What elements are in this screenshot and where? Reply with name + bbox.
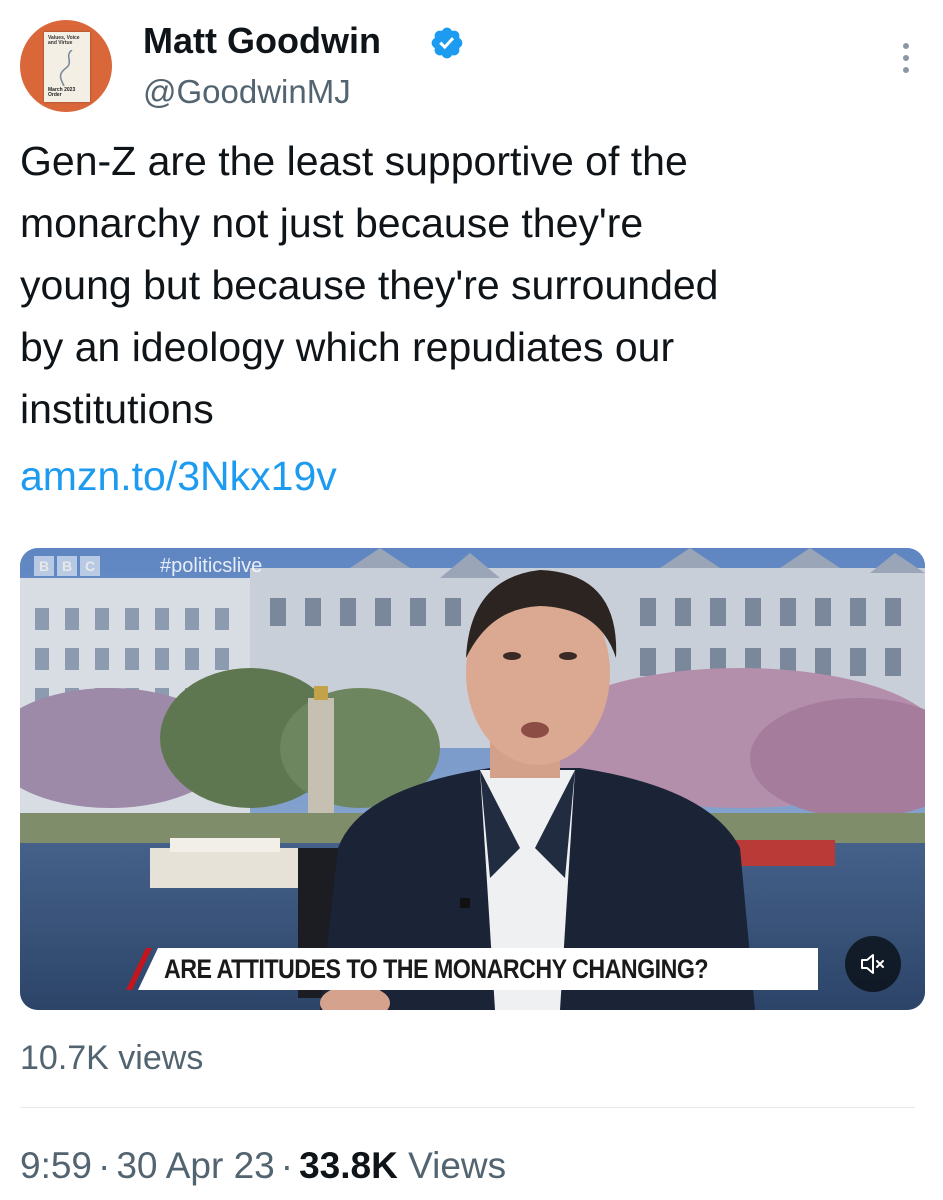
- video-player[interactable]: B B C #politicslive ARE ATTITUDES TO THE…: [20, 548, 925, 1010]
- views-label: Views: [408, 1145, 507, 1186]
- more-options-icon[interactable]: [894, 40, 918, 80]
- river-illustration-icon: [59, 50, 73, 86]
- bbc-logo: B B C: [34, 556, 100, 576]
- bbc-logo-letter: B: [57, 556, 77, 576]
- author-handle[interactable]: @GoodwinMJ: [143, 72, 351, 112]
- divider: [20, 1107, 915, 1108]
- caption-text: ARE ATTITUDES TO THE MONARCHY CHANGING?: [164, 954, 709, 984]
- views-count[interactable]: 33.8K: [299, 1145, 398, 1186]
- book-cover-image: Values, Voice and Virtue March 2023 Orde…: [44, 32, 90, 102]
- tweet-link[interactable]: amzn.to/3Nkx19v: [20, 446, 337, 506]
- tweet-time[interactable]: 9:59: [20, 1145, 92, 1186]
- book-cover-title: Values, Voice and Virtue: [48, 35, 80, 46]
- volume-muted-icon[interactable]: [845, 936, 901, 992]
- tweet-metadata: 9:59 · 30 Apr 23 · 33.8K Views: [20, 1142, 506, 1190]
- bbc-logo-letter: C: [80, 556, 100, 576]
- video-view-count: 10.7K views: [20, 1039, 204, 1077]
- separator: ·: [280, 1145, 294, 1186]
- author-display-name[interactable]: Matt Goodwin: [143, 20, 381, 62]
- author-avatar[interactable]: Values, Voice and Virtue March 2023 Orde…: [20, 20, 112, 112]
- programme-hashtag: #politicslive: [160, 555, 263, 577]
- verified-badge-icon: [431, 27, 463, 59]
- tweet-date[interactable]: 30 Apr 23: [116, 1145, 274, 1186]
- separator: ·: [98, 1145, 111, 1186]
- bbc-logo-letter: B: [34, 556, 54, 576]
- book-cover-date: March 2023 Order: [48, 87, 76, 98]
- video-frame-image: [20, 548, 925, 1010]
- tweet-text: Gen-Z are the least supportive of the mo…: [20, 138, 719, 432]
